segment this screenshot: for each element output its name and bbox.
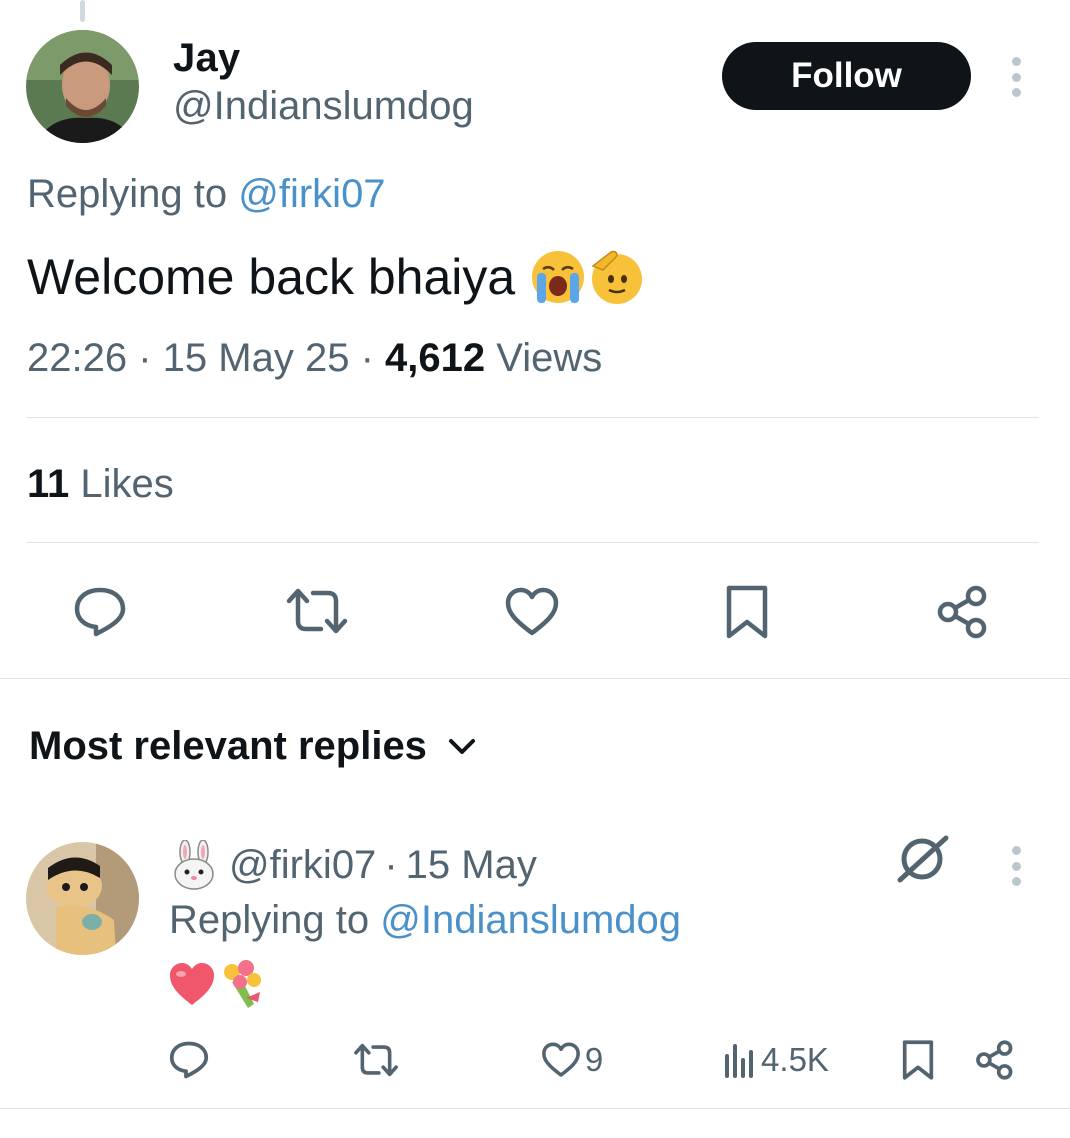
reply-like-count: 9	[584, 1041, 604, 1078]
reply-share-button[interactable]	[974, 1038, 1016, 1082]
retweet-button[interactable]	[284, 586, 350, 636]
views-label: Views	[496, 336, 603, 380]
loudly-crying-face-icon	[532, 251, 585, 303]
tweet-text: Welcome back bhaiya	[27, 248, 645, 306]
reply-views-count: 4.5K	[761, 1041, 829, 1078]
views-icon	[725, 1044, 754, 1078]
share-icon	[976, 1040, 1013, 1080]
reply-date[interactable]: 15 May	[406, 843, 537, 888]
author-display-name[interactable]: Jay	[173, 36, 240, 81]
tweet-meta: 22:26 · 15 May 25 · 4,612 Views	[27, 336, 603, 380]
views-count: 4,612	[385, 336, 486, 380]
rabbit-face-icon	[174, 840, 214, 890]
thread-connector-line	[80, 0, 85, 22]
bouquet-icon	[224, 960, 261, 1008]
likes-label: Likes	[80, 462, 174, 506]
like-button[interactable]	[503, 586, 561, 638]
grok-button[interactable]	[896, 834, 950, 884]
reply-icon	[74, 587, 126, 637]
reply-more-options-icon[interactable]	[1010, 846, 1022, 886]
saluting-face-icon	[591, 250, 643, 304]
divider	[27, 417, 1039, 418]
author-avatar[interactable]	[26, 30, 139, 143]
replies-sort-dropdown[interactable]: Most relevant replies	[29, 724, 477, 769]
bookmark-icon	[902, 1040, 934, 1080]
reply-views-button[interactable]: 4.5K	[714, 1038, 838, 1082]
reply-replying-to-line: Replying to @Indianslumdog	[169, 898, 681, 943]
replying-to-label: Replying to	[27, 172, 228, 216]
more-options-icon[interactable]	[1010, 57, 1022, 97]
replies-sort-label: Most relevant replies	[29, 724, 427, 768]
tweet-time[interactable]: 22:26	[27, 336, 127, 380]
author-handle[interactable]: @Indianslumdog	[173, 84, 474, 129]
divider	[0, 678, 1070, 679]
replying-to-line: Replying to @firki07	[27, 172, 386, 217]
reply-handle[interactable]: @firki07	[229, 843, 376, 888]
red-heart-icon	[170, 963, 214, 1005]
reply-icon	[169, 1041, 209, 1079]
reply-header: @firki07 · 15 May	[171, 840, 537, 890]
replying-to-label: Replying to	[169, 898, 370, 942]
divider	[27, 542, 1039, 543]
bookmark-button[interactable]	[722, 584, 772, 640]
reply-author-avatar[interactable]	[26, 842, 139, 955]
chevron-down-icon	[448, 738, 475, 754]
retweet-icon	[354, 1043, 398, 1077]
reply-text	[168, 958, 266, 1010]
replying-to-handle-link[interactable]: @firki07	[238, 172, 385, 216]
reply-retweet-button[interactable]	[352, 1040, 400, 1080]
replying-to-handle-link[interactable]: @Indianslumdog	[380, 898, 681, 942]
tweet-date[interactable]: 15 May 25	[163, 336, 350, 380]
reply-reply-button[interactable]	[166, 1038, 212, 1082]
follow-button[interactable]: Follow	[722, 42, 971, 110]
share-button[interactable]	[936, 584, 990, 640]
reply-bookmark-button[interactable]	[898, 1038, 938, 1082]
like-icon	[541, 1042, 580, 1077]
retweet-icon	[286, 588, 348, 634]
likes-summary[interactable]: 11 Likes	[27, 462, 174, 507]
grok-icon	[897, 835, 949, 883]
bookmark-icon	[726, 585, 768, 639]
likes-count: 11	[27, 462, 70, 506]
like-icon	[505, 587, 559, 636]
divider	[0, 1108, 1070, 1109]
reply-button[interactable]	[70, 584, 130, 640]
tweet-text-content: Welcome back bhaiya	[27, 249, 516, 305]
share-icon	[937, 585, 987, 639]
reply-like-button[interactable]: 9	[536, 1038, 608, 1082]
